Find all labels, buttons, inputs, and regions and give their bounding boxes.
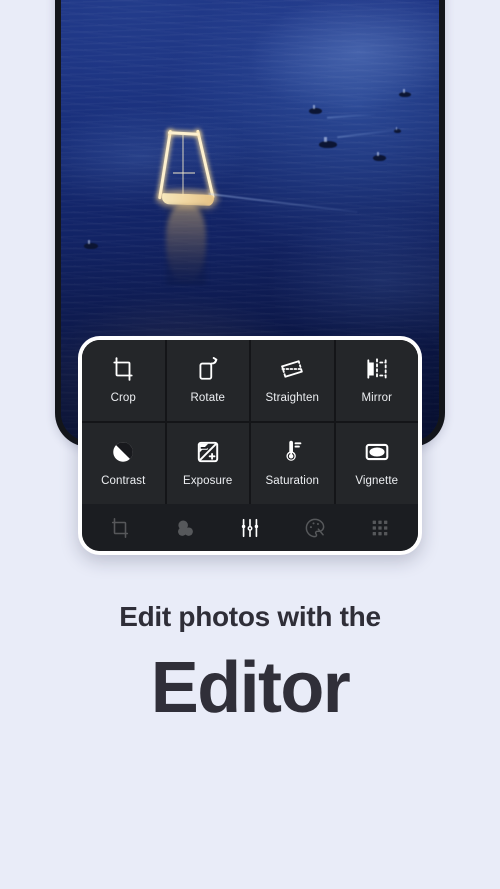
adjust-sliders-tab-icon[interactable] bbox=[230, 511, 270, 545]
tool-label: Straighten bbox=[265, 392, 319, 405]
water-sheen bbox=[236, 0, 439, 126]
crop-icon bbox=[110, 356, 136, 382]
straighten-icon bbox=[279, 356, 305, 382]
tool-vignette[interactable]: Vignette bbox=[335, 423, 418, 504]
tool-rotate[interactable]: Rotate bbox=[166, 340, 249, 421]
tool-label: Vignette bbox=[355, 475, 399, 488]
distant-boat bbox=[309, 104, 322, 114]
crop-tab-icon[interactable] bbox=[100, 511, 140, 545]
tool-label: Crop bbox=[110, 392, 136, 405]
tool-straighten[interactable]: Straighten bbox=[251, 340, 334, 421]
exposure-icon bbox=[195, 439, 221, 465]
distant-boat bbox=[319, 137, 337, 148]
tool-label: Exposure bbox=[183, 475, 233, 488]
distant-boat bbox=[373, 151, 386, 161]
effects-palette-tab-icon[interactable] bbox=[295, 511, 335, 545]
vignette-icon bbox=[364, 439, 390, 465]
filters-tab-icon[interactable] bbox=[165, 511, 205, 545]
editor-bottom-toolbar bbox=[82, 504, 418, 551]
tool-grid: Crop Rotate Straighten Mirror Contrast E… bbox=[82, 340, 418, 504]
contrast-icon bbox=[110, 439, 136, 465]
tool-label: Mirror bbox=[361, 392, 393, 405]
tool-contrast[interactable]: Contrast bbox=[82, 423, 165, 504]
tool-crop[interactable]: Crop bbox=[82, 340, 165, 421]
saturation-icon bbox=[279, 439, 305, 465]
mirror-icon bbox=[364, 356, 390, 382]
tool-mirror[interactable]: Mirror bbox=[335, 340, 418, 421]
tool-label: Saturation bbox=[265, 475, 319, 488]
rotate-icon bbox=[195, 356, 221, 382]
tool-label: Rotate bbox=[190, 392, 225, 405]
distant-boat bbox=[399, 89, 411, 97]
tool-exposure[interactable]: Exposure bbox=[166, 423, 249, 504]
caption-title: Editor bbox=[150, 647, 351, 728]
tool-label: Contrast bbox=[101, 475, 146, 488]
editor-tool-panel: Crop Rotate Straighten Mirror Contrast E… bbox=[78, 336, 422, 555]
editor-panel-inner: Crop Rotate Straighten Mirror Contrast E… bbox=[82, 340, 418, 551]
caption-block: Edit photos with the Editor bbox=[0, 601, 500, 728]
tool-saturation[interactable]: Saturation bbox=[251, 423, 334, 504]
caption-subtitle: Edit photos with the bbox=[119, 601, 381, 632]
grid-tab-icon[interactable] bbox=[360, 511, 400, 545]
sailboat bbox=[150, 128, 358, 284]
